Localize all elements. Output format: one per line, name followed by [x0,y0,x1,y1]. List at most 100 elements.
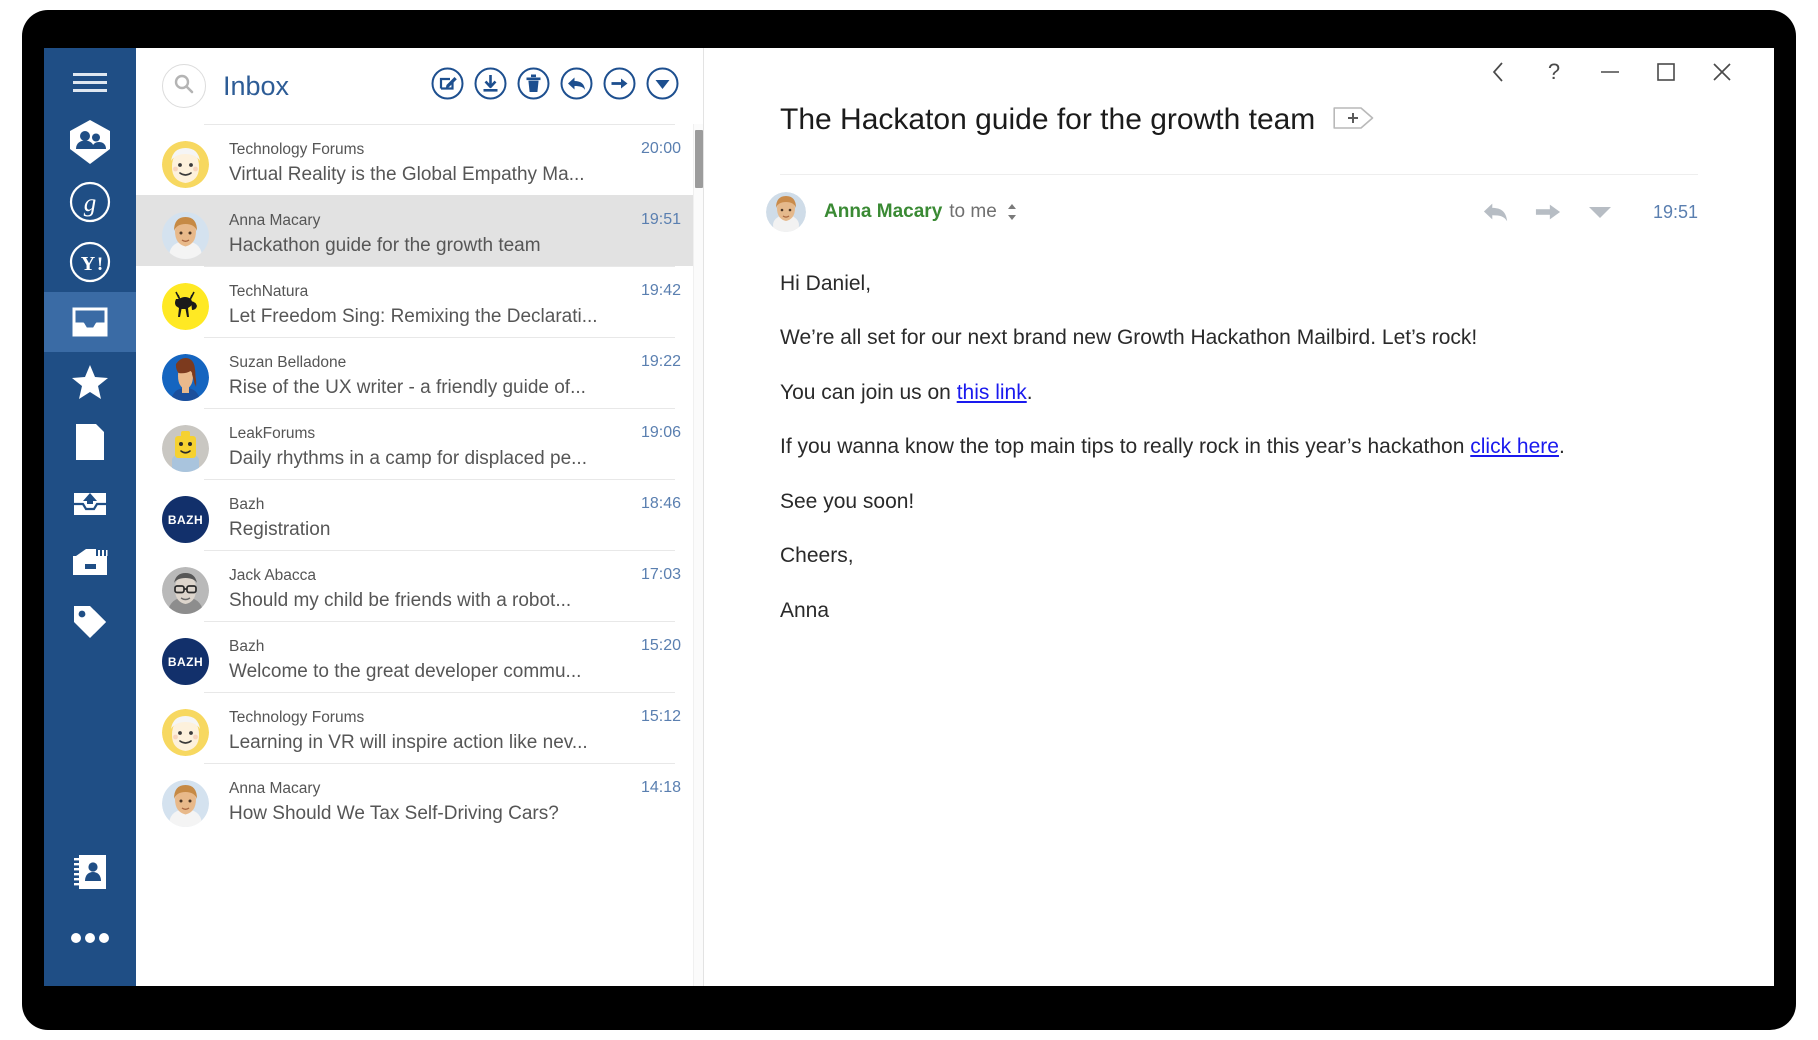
message-more-button[interactable] [1587,199,1613,225]
sidebar-item-starred[interactable] [44,352,136,412]
email-subject: The Hackaton guide for the growth team [780,103,1316,136]
reply-button[interactable] [560,67,593,103]
avatar [162,425,209,472]
mail-sender: TechNatura [229,283,309,300]
body-signoff: Cheers, [780,544,854,568]
sender-recipient: to me [949,201,997,222]
mail-list-item[interactable]: Jack Abacca Should my child be friends wi… [136,550,703,621]
sender-name: Anna Macary [824,201,943,222]
message-actions: 19:51 [1483,199,1698,225]
p2-text-after: . [1026,380,1033,404]
list-row-divider [204,479,675,480]
message-reply-button[interactable] [1483,199,1509,225]
add-tag-button[interactable] [1333,104,1375,137]
mail-item-text: Suzan Belladone Rise of the UX writer - a… [229,351,631,401]
mail-list-item[interactable]: Anna Macary How Should We Tax Self-Drivin… [136,763,703,834]
mail-list-scrollbar[interactable] [693,124,703,986]
mail-list-item[interactable]: TechNatura Let Freedom Sing: Remixing the… [136,266,703,337]
contacts-book-icon [74,854,106,890]
compose-button[interactable] [431,67,464,103]
delete-button[interactable] [517,67,550,105]
avatar [162,780,209,827]
sidebar-item-menu[interactable] [44,54,136,112]
mail-list-scroll-area[interactable]: Technology Forums Virtual Reality is the … [136,124,703,986]
expand-details-icon [1007,204,1016,220]
sidebar-item-yahoo-account[interactable]: Y ! [44,232,136,292]
sidebar-item-drafts[interactable] [44,412,136,472]
delete-trash-icon [517,67,550,105]
avatar: BAZH [162,638,209,685]
mail-list-item[interactable]: Technology Forums Virtual Reality is the … [136,124,703,195]
mail-sender: Bazh [229,496,265,513]
mail-time: 19:06 [640,424,681,441]
list-row-divider [204,763,675,764]
mail-subject: How Should We Tax Self-Driving Cars? [229,803,559,824]
mail-item-text: Anna Macary How Should We Tax Self-Drivin… [229,777,631,827]
sidebar-item-contacts[interactable] [44,842,136,902]
list-row-divider [204,337,675,338]
mail-time: 17:03 [640,566,681,583]
list-row-divider [204,266,675,267]
body-paragraph-1: We’re all set for our next brand new Gro… [780,326,1478,350]
minimize-icon [1601,71,1619,73]
folder-title: Inbox [223,70,290,101]
expand-details-button[interactable] [1006,202,1018,222]
star-icon [71,364,109,400]
body-paragraph-4: See you soon! [780,489,915,513]
mail-subject: Virtual Reality is the Global Empathy Ma… [229,164,585,185]
sidebar-item-labels[interactable] [44,592,136,652]
sidebar-item-archive[interactable] [44,532,136,592]
search-button[interactable] [162,64,206,108]
more-dropdown-icon [1588,207,1611,218]
help-button[interactable]: ? [1526,51,1582,93]
close-button[interactable] [1694,51,1750,93]
p3-text-after: . [1558,435,1565,459]
mail-item-text: Technology Forums Learning in VR will ins… [229,706,631,756]
message-forward-button[interactable] [1535,199,1561,225]
subject-row: The Hackaton guide for the growth team [704,92,1774,148]
mail-subject: Rise of the UX writer - a friendly guide… [229,377,586,398]
archive-button[interactable] [474,67,507,105]
svg-text:g: g [84,190,97,217]
back-button[interactable] [1470,51,1526,93]
sidebar-item-sent[interactable] [44,472,136,532]
sender-row: Anna Macary to me 19:51 [704,177,1774,247]
mail-time: 15:20 [640,637,681,654]
sidebar-item-all-accounts[interactable] [44,112,136,172]
scrollbar-thumb[interactable] [695,130,703,188]
list-row-divider [204,408,675,409]
mail-item-text: Bazh Registration [229,493,631,543]
p3-text-before: If you wanna know the top main tips to r… [780,435,1471,459]
sidebar-item-inbox[interactable] [44,292,136,352]
mail-list: Technology Forums Virtual Reality is the … [136,124,703,834]
mail-subject: Learning in VR will inspire action like … [229,732,588,753]
mail-list-item[interactable]: Suzan Belladone Rise of the UX writer - a… [136,337,703,408]
close-icon [1713,63,1731,81]
inbox-icon [70,305,110,339]
sidebar-item-more[interactable] [44,908,136,968]
help-question-icon: ? [1547,59,1561,84]
mail-list-item[interactable]: BAZH Bazh Welcome to the great developer c… [136,621,703,692]
archive-download-icon [474,67,507,105]
sidebar-item-google-account[interactable]: g [44,172,136,232]
mail-list-item[interactable]: LeakForums Daily rhythms in a camp for di… [136,408,703,479]
click-here-link[interactable]: click here [1470,435,1559,458]
mail-list-item[interactable]: BAZH Bazh Registration 18:46 [136,479,703,550]
more-actions-button[interactable] [646,67,679,103]
mail-item-text: LeakForums Daily rhythms in a camp for di… [229,422,631,472]
maximize-icon [1657,63,1675,81]
avatar [162,283,209,330]
minimize-button[interactable] [1582,51,1638,93]
this-link[interactable]: this link [957,381,1027,404]
drafts-icon [76,424,104,460]
yahoo-account-icon: Y ! [69,241,111,283]
reading-pane: ? The Hackaton guide for the growth team… [704,48,1774,986]
mail-time: 19:22 [640,353,681,370]
mail-list-item[interactable]: Technology Forums Learning in VR will ins… [136,692,703,763]
maximize-button[interactable] [1638,51,1694,93]
app-window-frame: g Y ! Inbox Technology Forums Virtual Re… [22,10,1796,1030]
reply-icon [1483,203,1508,222]
mail-list-item[interactable]: Anna Macary Hackathon guide for the growt… [136,195,703,266]
forward-button[interactable] [603,67,636,103]
mail-subject: Should my child be friends with a robot.… [229,590,572,611]
